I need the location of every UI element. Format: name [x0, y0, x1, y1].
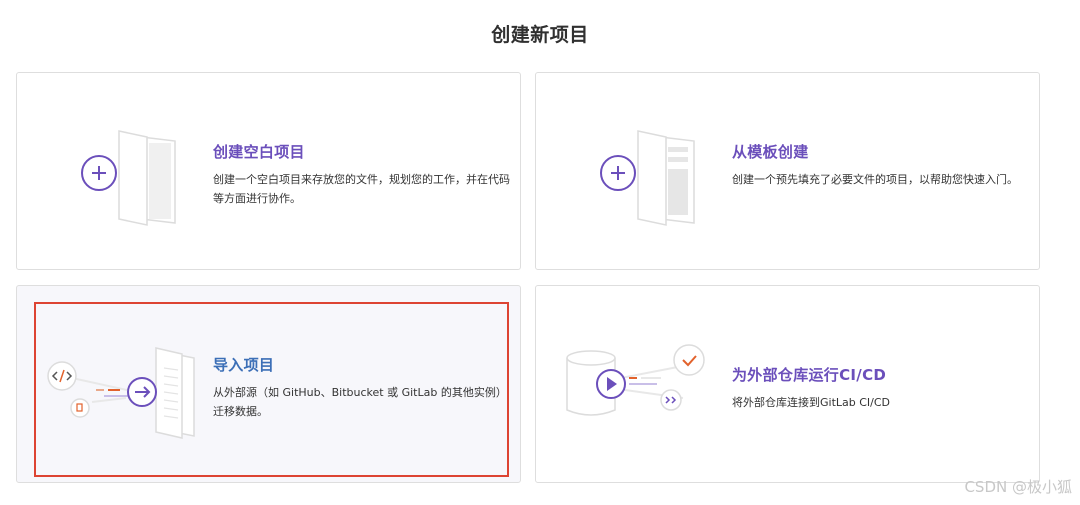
card-title: 从模板创建 [732, 143, 809, 161]
card-description: 将外部仓库连接到GitLab CI/CD [732, 396, 891, 409]
merge-request-icon [70, 398, 90, 418]
cicd-illustration [566, 344, 705, 416]
watermark: CSDN @极小狐 [964, 478, 1072, 496]
run-cicd-external-repo-card[interactable]: 为外部仓库运行CI/CD 将外部仓库连接到GitLab CI/CD [535, 285, 1040, 483]
card-title: 创建空白项目 [213, 143, 305, 161]
play-icon [596, 369, 626, 399]
create-blank-project-card[interactable]: 创建空白项目 创建一个空白项目来存放您的文件，规划您的工作，并在代码等方面进行协… [16, 72, 521, 270]
card-title: 导入项目 [213, 356, 275, 374]
new-project-page: 创建新项目 创建空白项目 创建一个空白项目来存放您的文件，规划您的工作，并在代码… [0, 0, 1080, 505]
import-project-card[interactable]: 导入项目 从外部源（如 GitHub、Bitbucket 或 GitLab 的其… [16, 285, 521, 483]
card-title: 为外部仓库运行CI/CD [732, 366, 887, 384]
create-from-template-card[interactable]: 从模板创建 创建一个预先填充了必要文件的项目，以帮助您快速入门。 [535, 72, 1040, 270]
template-illustration [600, 130, 695, 226]
card-description: 创建一个空白项目来存放您的文件，规划您的工作，并在代码等方面进行协作。 [213, 173, 510, 205]
import-project-illustration [47, 347, 195, 439]
page-title: 创建新项目 [491, 24, 589, 46]
plus-icon [600, 155, 636, 191]
card-description: 从外部源（如 GitHub、Bitbucket 或 GitLab 的其他实例）迁… [213, 386, 507, 418]
blank-project-illustration [81, 130, 176, 226]
double-chevron-right-icon [660, 389, 682, 411]
arrow-right-icon [127, 377, 157, 407]
check-icon [673, 344, 705, 376]
card-description: 创建一个预先填充了必要文件的项目，以帮助您快速入门。 [732, 173, 1018, 186]
code-icon [47, 361, 77, 391]
plus-icon [81, 155, 117, 191]
